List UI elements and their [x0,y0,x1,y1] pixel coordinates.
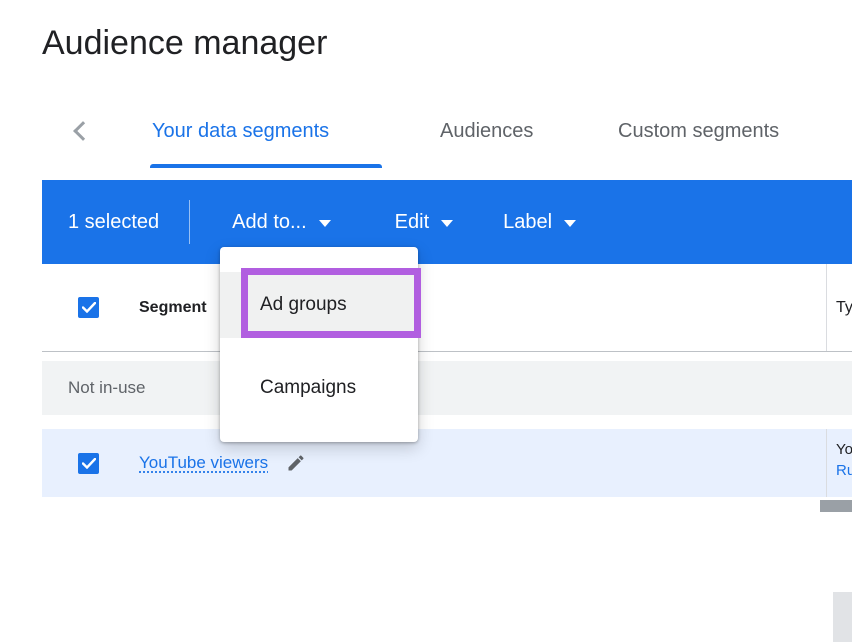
type-column-header: Ty [836,299,852,317]
edit-menu-button[interactable]: Edit [395,211,453,234]
caret-down-icon [564,220,576,227]
selection-count: 1 selected [68,211,159,234]
menu-item-campaigns[interactable]: Campaigns [220,355,418,421]
chevron-left-icon[interactable] [73,121,93,141]
tab-custom-segments[interactable]: Custom segments [618,120,779,143]
section-row-not-in-use: Not in-use [42,361,852,415]
table-header-row: Segment Ty [42,264,852,352]
row-type-line2[interactable]: Ru [836,460,852,481]
bottom-right-panel-edge [833,592,852,642]
action-bar-divider [189,200,190,244]
menu-item-ad-groups[interactable]: Ad groups [220,272,418,338]
caret-down-icon [319,220,331,227]
label-menu-label: Label [503,211,552,234]
table-row[interactable]: YouTube viewers Yo Ru [42,429,852,497]
page-title: Audience manager [42,24,327,63]
select-all-checkbox[interactable] [78,297,99,318]
selection-action-bar: 1 selected Add to... Edit Label [42,180,852,264]
row-type-line1: Yo [836,439,852,460]
segment-column-header: Segment [139,299,207,317]
edit-menu-label: Edit [395,211,429,234]
add-to-menu-label: Add to... [232,211,307,234]
row-type-cell: Yo Ru [826,429,852,497]
segment-name-link[interactable]: YouTube viewers [139,453,268,473]
audience-manager-page: Audience manager Your data segments Audi… [0,0,852,642]
add-to-menu-button[interactable]: Add to... [232,211,331,234]
tab-your-data-segments[interactable]: Your data segments [152,120,329,143]
checkmark-icon [82,302,96,313]
tab-audiences[interactable]: Audiences [440,120,533,143]
checkmark-icon [82,458,96,469]
add-to-dropdown-menu: Ad groups Campaigns [220,247,418,442]
active-tab-indicator [150,164,382,168]
label-menu-button[interactable]: Label [503,211,576,234]
caret-down-icon [441,220,453,227]
edit-pencil-icon[interactable] [286,453,306,473]
section-label: Not in-use [68,378,145,398]
row-checkbox[interactable] [78,453,99,474]
type-column-cell: Ty [826,264,852,351]
horizontal-scrollbar-thumb[interactable] [820,500,852,512]
